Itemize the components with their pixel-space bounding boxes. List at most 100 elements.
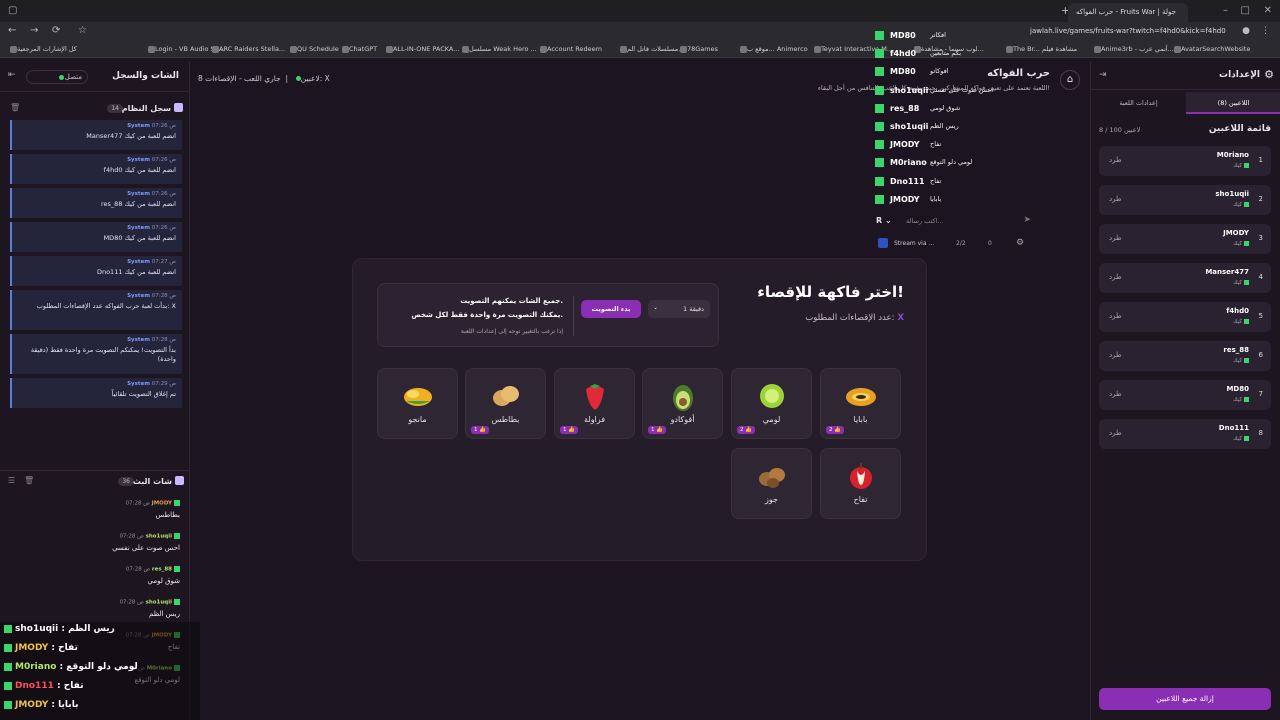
forward-icon[interactable]: →: [30, 25, 38, 36]
stream-footer: Stream via ... 2/2 0 ⚙: [876, 237, 1036, 251]
bookmark-item[interactable]: موقع ب... Animerco: [738, 45, 808, 53]
maximize-icon[interactable]: □: [1241, 5, 1250, 16]
collapse-right-icon[interactable]: ⇥: [1099, 70, 1107, 80]
game-status: 8 لاعبين | جاري اللعب - الإقصاءات: X: [198, 74, 330, 83]
bookmark-icon: [740, 45, 747, 53]
vote-badge: 1 👍: [648, 426, 667, 434]
bookmark-item[interactable]: مسلسلات قاتل الم...: [618, 45, 685, 53]
fruit-card[interactable]: بطاطس 1 👍: [465, 368, 546, 439]
player-row: 1 M0riano كيك طرد: [1099, 146, 1271, 176]
stream-chat-row: res_88 شوق لومي: [870, 101, 1040, 119]
clear-chat-icon[interactable]: 🗑: [24, 476, 34, 485]
system-log: System 07:26 ص Manser477 انضم للعبة من كي…: [0, 120, 190, 460]
player-name: M0riano: [1216, 151, 1249, 159]
menu-icon[interactable]: ⋮: [1261, 26, 1270, 36]
bookmark-item[interactable]: AvatarSearchWebsite: [1172, 45, 1250, 53]
browser-tab[interactable]: حرب الفواكه - Fruits War | جولة: [1068, 3, 1188, 22]
send-icon[interactable]: ➤: [1023, 215, 1031, 225]
bookmark-item[interactable]: ALL-IN-ONE PACKA...: [384, 45, 459, 53]
fruit-card[interactable]: أفوكادو 1 👍: [642, 368, 723, 439]
clear-log-icon[interactable]: 🗑: [10, 103, 20, 112]
fruit-card[interactable]: بابايا 2 👍: [820, 368, 901, 439]
tab-players[interactable]: اللاعبين (8): [1186, 92, 1280, 114]
bookmark-icon: [1094, 45, 1101, 53]
player-platform: كيك: [1233, 397, 1249, 403]
player-platform: كيك: [1233, 358, 1249, 364]
kick-button[interactable]: طرد: [1109, 195, 1122, 203]
bookmark-icon: [620, 45, 627, 53]
player-platform: كيك: [1233, 202, 1249, 208]
bookmark-item[interactable]: ChatGPT: [340, 45, 377, 53]
chat-count: 36: [118, 477, 134, 486]
fruit-name: أفوكادو: [670, 415, 695, 424]
stream-chat-row: JMODY بابايا: [870, 192, 1040, 210]
start-vote-button[interactable]: بدء التصويت: [581, 300, 641, 318]
lime-icon: [732, 381, 811, 411]
kick-button[interactable]: طرد: [1109, 273, 1122, 281]
kick-button[interactable]: طرد: [1109, 429, 1122, 437]
fruit-card[interactable]: لومي 2 👍: [731, 368, 812, 439]
duration-select[interactable]: ⌄ 1 دقيقة: [648, 300, 710, 318]
syslog-entry: System 07:26 ص f4hd0 انضم للعبة من كيك: [10, 154, 182, 184]
player-row: 4 Manser477 كيك طرد: [1099, 263, 1271, 293]
kick-button[interactable]: طرد: [1109, 351, 1122, 359]
elimination-card: اختر فاكهة للإقصاء! عدد الإقصاءات المطلو…: [352, 258, 927, 561]
fruit-name: بابايا: [853, 415, 868, 424]
bookmark-item[interactable]: كل الإشارات المرجعية: [8, 45, 77, 53]
bookmark-item[interactable]: Account Redeem: [538, 45, 602, 53]
bookmark-item[interactable]: Anime3rb - أنمي عرب...: [1092, 45, 1174, 53]
player-rank: 8: [1258, 429, 1263, 437]
fruit-card[interactable]: مانجو: [377, 368, 458, 439]
home-button[interactable]: ⌂: [1060, 70, 1080, 90]
filter-icon[interactable]: ☰: [8, 476, 15, 485]
kick-button[interactable]: طرد: [1109, 234, 1122, 242]
message-input[interactable]: اكتب رسالة...: [906, 217, 944, 225]
back-icon[interactable]: ←: [8, 25, 16, 36]
strawberry-icon: [555, 381, 634, 411]
settings-title: الإعدادات: [1219, 70, 1260, 80]
vote-badge: 2 👍: [737, 426, 756, 434]
close-window-icon[interactable]: ✕: [1264, 5, 1272, 16]
player-name: MD80: [1226, 385, 1249, 393]
minimize-icon[interactable]: –: [1223, 5, 1228, 16]
bookmark-item[interactable]: مسلسل Weak Hero ...: [460, 45, 537, 53]
fruit-card[interactable]: جوز: [731, 448, 812, 519]
url-input[interactable]: jawlah.live/games/fruits-war?twitch=f4hd…: [1030, 27, 1226, 35]
kick-icon: [1244, 241, 1249, 246]
bookmark-star-icon[interactable]: ☆: [78, 25, 87, 36]
collapse-icon[interactable]: ⇤: [8, 70, 16, 80]
kick-icon: [1244, 319, 1249, 324]
stream-chat-input[interactable]: R ⌄ اكتب رسالة... ➤: [870, 214, 1035, 230]
kick-button[interactable]: طرد: [1109, 156, 1122, 164]
window-menu-icon[interactable]: ▢: [8, 5, 17, 16]
players-list-title: قائمة اللاعبين: [1208, 124, 1271, 134]
kick-icon: [1244, 280, 1249, 285]
remove-all-players-button[interactable]: إزالة جميع اللاعبين: [1099, 688, 1271, 710]
stream-chat-row: sho1uqii ريس الظم: [870, 119, 1040, 137]
bookmark-item[interactable]: ARC Raiders Stella...: [210, 45, 285, 53]
player-rank: 3: [1258, 234, 1263, 242]
card-subtitle: عدد الإقصاءات المطلوب: X: [805, 313, 904, 323]
stream-chat-row: f4hd0 بكم متابعين: [870, 46, 1040, 64]
fruit-card[interactable]: فراولة 1 👍: [554, 368, 635, 439]
bookmark-item[interactable]: 78Games: [678, 45, 718, 53]
player-rank: 7: [1258, 390, 1263, 398]
kick-button[interactable]: طرد: [1109, 390, 1122, 398]
kick-button[interactable]: طرد: [1109, 312, 1122, 320]
vote-info-3: إذا ترغب بالتغيير توجه إلى إعدادات اللعب…: [460, 328, 563, 335]
stream-chat-row: sho1uqii احس صوت على نفسي: [870, 83, 1040, 101]
connection-status: متصل: [26, 70, 88, 84]
syslog-title: سجل النظام: [121, 104, 171, 113]
syslog-entry: System 07:28 ص بدأ التصويت! يمكنكم التصوي…: [10, 334, 182, 374]
settings-gear-icon[interactable]: ⚙: [1016, 238, 1024, 248]
bookmark-item[interactable]: QU Schedule: [288, 45, 339, 53]
stream-icon: [878, 238, 888, 248]
kick-icon: [1244, 358, 1249, 363]
reload-icon[interactable]: ⟳: [52, 25, 60, 36]
fruit-card[interactable]: تفاح: [820, 448, 901, 519]
vote-panel: جميع الشات يمكنهم التصويت. يمكنك التصويت…: [377, 283, 719, 347]
profile-icon[interactable]: ●: [1242, 26, 1250, 36]
vote-badge: 1 👍: [560, 426, 579, 434]
tab-game-settings[interactable]: إعدادات اللعبة: [1091, 92, 1186, 114]
r-icon: R ⌄: [876, 216, 892, 225]
